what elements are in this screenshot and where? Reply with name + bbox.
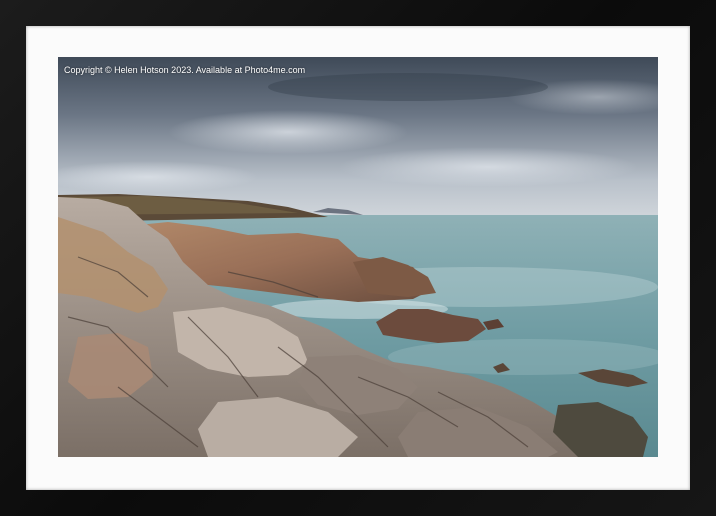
framed-photo: Copyright © Helen Hotson 2023. Available… — [58, 57, 658, 457]
picture-frame: Copyright © Helen Hotson 2023. Available… — [0, 0, 716, 516]
coastal-landscape-image — [58, 57, 658, 457]
copyright-watermark: Copyright © Helen Hotson 2023. Available… — [64, 65, 306, 75]
